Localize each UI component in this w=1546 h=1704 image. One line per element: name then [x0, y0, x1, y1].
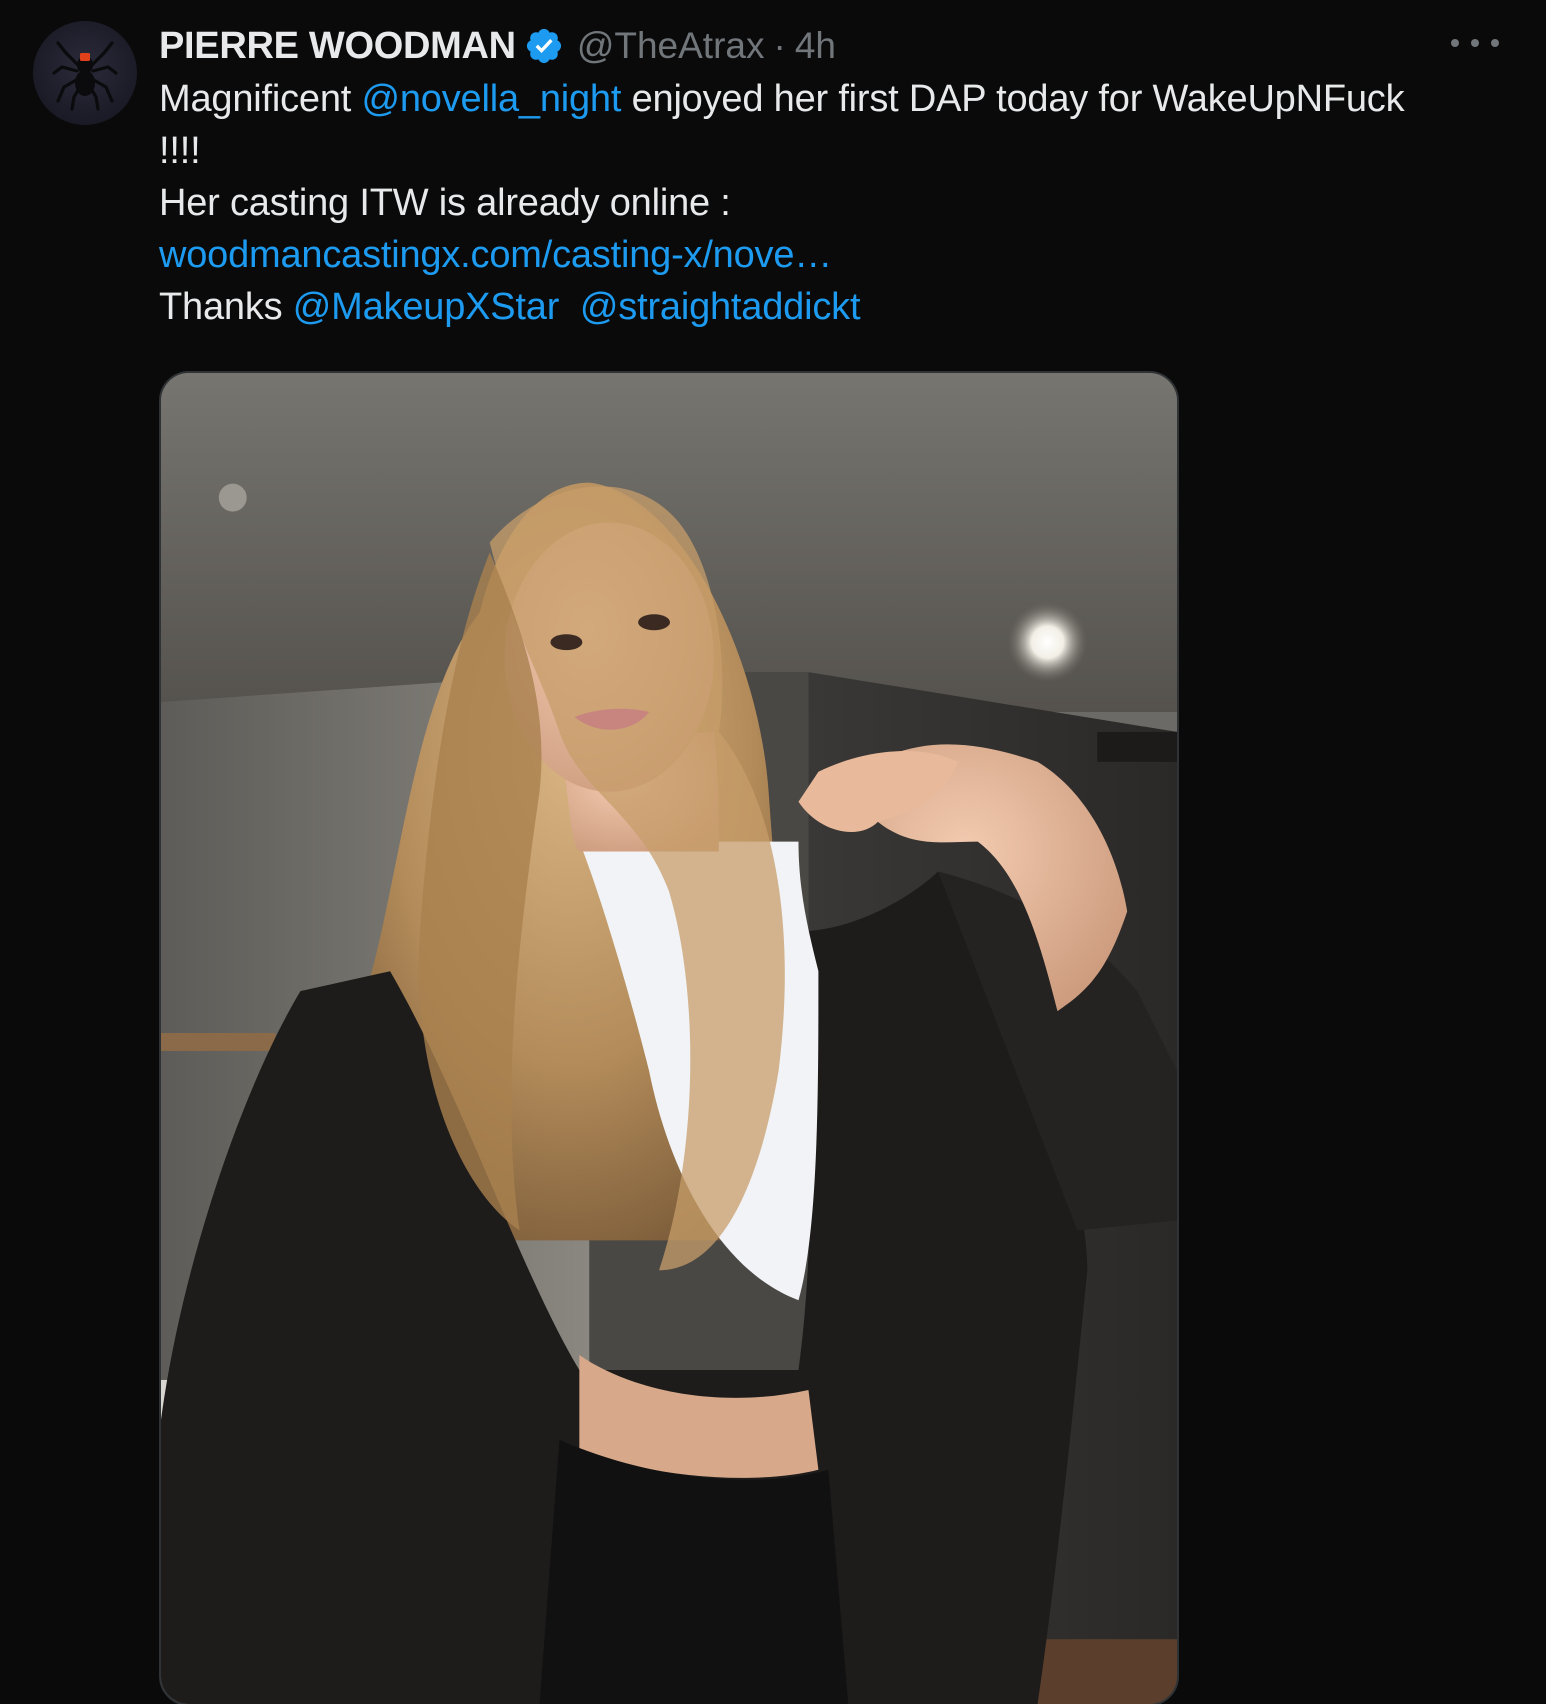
mention-makeupxstar[interactable]: @MakeupXStar: [293, 286, 560, 328]
author-name[interactable]: PIERRE WOODMAN: [159, 25, 516, 68]
tweet-timestamp[interactable]: 4h: [795, 25, 836, 67]
tweet-text-line-2: !!!!: [159, 130, 201, 172]
text-segment: Magnificent: [159, 78, 362, 120]
photo-image: [161, 373, 1177, 1704]
tweet-text-line-3: Her casting ITW is already online :: [159, 182, 731, 224]
mention-straightaddickt[interactable]: @straightaddickt: [580, 286, 861, 328]
text-segment: enjoyed her first DAP today for WakeUpNF…: [621, 78, 1405, 120]
tweet-text-line-1: Magnificent @novella_night enjoyed her f…: [159, 73, 1499, 125]
spider-logo-icon: [52, 41, 118, 111]
author-avatar[interactable]: [33, 21, 137, 125]
tweet-content: PIERRE WOODMAN @TheAtrax · 4h Magnificen…: [159, 20, 1499, 333]
tweet-text-line-5: Thanks @MakeupXStar @straightaddickt: [159, 281, 1499, 333]
author-handle[interactable]: @TheAtrax: [577, 25, 765, 67]
tweet-media-photo[interactable]: [159, 371, 1179, 1704]
mention-novella-night[interactable]: @novella_night: [361, 78, 621, 120]
verified-badge-icon[interactable]: [524, 26, 564, 66]
external-link[interactable]: woodmancastingx.com/casting-x/nove…: [159, 229, 1499, 281]
text-segment: Thanks: [159, 286, 293, 328]
more-options-icon[interactable]: [1451, 26, 1499, 60]
header-separator: ·: [773, 25, 786, 66]
tweet-header: PIERRE WOODMAN @TheAtrax · 4h: [159, 20, 1499, 72]
tweet-text: Magnificent @novella_night enjoyed her f…: [159, 73, 1499, 333]
tweet[interactable]: PIERRE WOODMAN @TheAtrax · 4h Magnificen…: [0, 0, 1546, 1704]
